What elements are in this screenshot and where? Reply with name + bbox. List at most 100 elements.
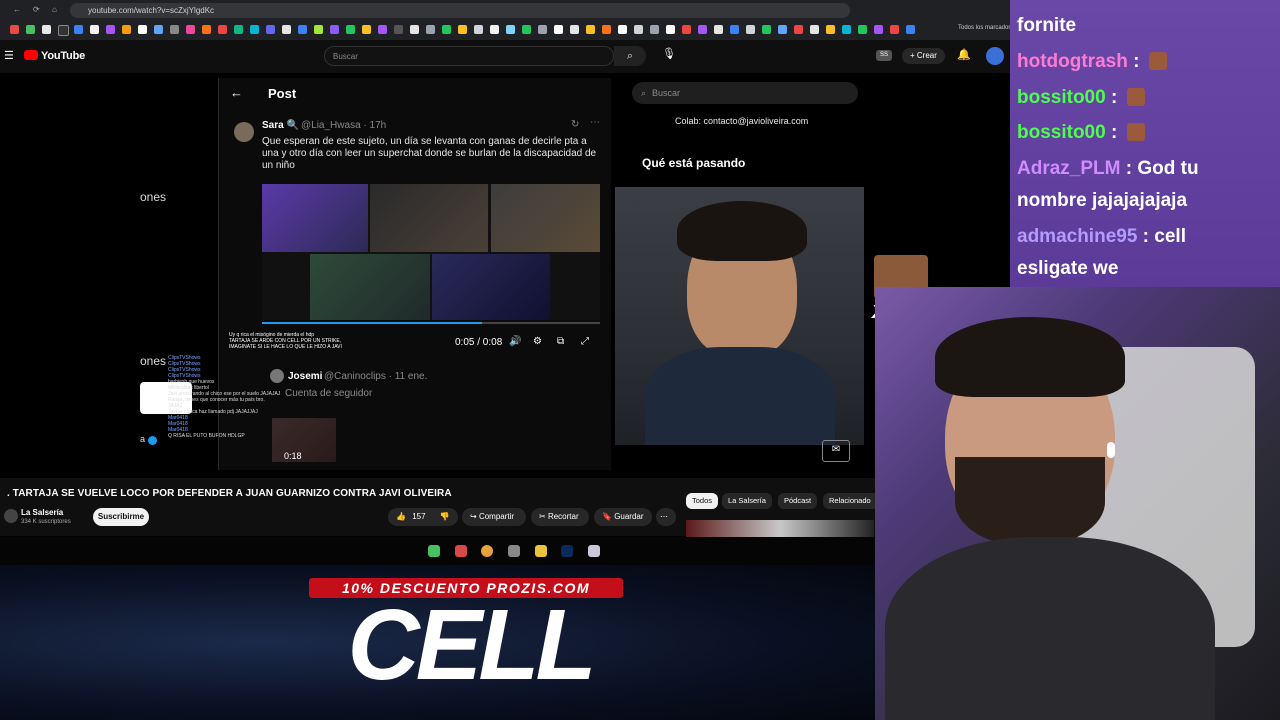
folder-icon[interactable]: [535, 545, 547, 557]
like-icon[interactable]: 👍: [396, 512, 406, 521]
bookmark-icon[interactable]: [858, 25, 867, 34]
bookmark-icon[interactable]: [714, 25, 723, 34]
reply-video-thumbnail[interactable]: [272, 418, 336, 462]
channel-avatar[interactable]: [4, 509, 18, 523]
chrome-icon[interactable]: [481, 545, 493, 557]
bookmark-icon[interactable]: [314, 25, 323, 34]
bookmark-icon[interactable]: [330, 25, 339, 34]
volume-icon[interactable]: 🔊: [509, 336, 521, 347]
bookmark-icon[interactable]: [282, 25, 291, 34]
message-icon[interactable]: ✉: [822, 440, 850, 462]
bookmark-icon[interactable]: [602, 25, 611, 34]
app-icon[interactable]: [428, 545, 440, 557]
back-arrow-icon[interactable]: ←: [230, 85, 243, 100]
bookmark-icon[interactable]: [186, 25, 195, 34]
bookmark-icon[interactable]: [906, 25, 915, 34]
reply-avatar[interactable]: [270, 369, 284, 383]
bookmark-icon[interactable]: [202, 25, 211, 34]
channel-name[interactable]: La Salsería: [21, 508, 63, 517]
bookmark-icon[interactable]: [362, 25, 371, 34]
app-icon[interactable]: [508, 545, 520, 557]
bookmark-icon[interactable]: [122, 25, 131, 34]
share-button[interactable]: ↪ Compartir: [462, 508, 526, 526]
bookmark-icon[interactable]: [154, 25, 163, 34]
bookmark-icon[interactable]: [698, 25, 707, 34]
reply-author-name[interactable]: Josemi: [288, 371, 322, 382]
settings-icon[interactable]: ⚙: [533, 336, 542, 347]
back-icon[interactable]: ←: [13, 5, 21, 14]
bookmark-icon[interactable]: [826, 25, 835, 34]
recommended-thumbnail[interactable]: [686, 520, 874, 537]
bookmark-icon[interactable]: [874, 25, 883, 34]
bookmark-icon[interactable]: [10, 25, 19, 34]
clip-button[interactable]: ✂ Recortar: [531, 508, 589, 526]
bookmark-icon[interactable]: [42, 25, 51, 34]
post-video[interactable]: [262, 184, 600, 320]
address-bar[interactable]: youtube.com/watch?v=scZxjYlgdKc: [70, 3, 850, 18]
bookmark-icon[interactable]: [74, 25, 83, 34]
bookmark-icon[interactable]: [730, 25, 739, 34]
bookmark-icon[interactable]: [650, 25, 659, 34]
bookmark-icon[interactable]: [538, 25, 547, 34]
bookmark-icon[interactable]: [890, 25, 899, 34]
bookmark-icon[interactable]: [842, 25, 851, 34]
bookmark-icon[interactable]: [810, 25, 819, 34]
bookmark-icon[interactable]: [778, 25, 787, 34]
bookmark-icon[interactable]: [58, 25, 69, 36]
bookmark-icon[interactable]: [170, 25, 179, 34]
bookmark-icon[interactable]: [426, 25, 435, 34]
bookmark-icon[interactable]: [794, 25, 803, 34]
bookmark-icon[interactable]: [634, 25, 643, 34]
bookmark-icon[interactable]: [378, 25, 387, 34]
more-options-icon[interactable]: ⋯: [590, 117, 600, 128]
cast-icon[interactable]: SS: [876, 50, 892, 61]
pip-icon[interactable]: ⧉: [557, 336, 564, 347]
bookmark-icon[interactable]: [346, 25, 355, 34]
bookmark-icon[interactable]: [554, 25, 563, 34]
bookmark-icon[interactable]: [218, 25, 227, 34]
bookmarks-label[interactable]: Todos los marcadores: [958, 25, 1017, 31]
twitter-search-input[interactable]: Buscar: [632, 82, 858, 104]
home-icon[interactable]: ⌂: [52, 5, 57, 14]
post-author-avatar[interactable]: [234, 122, 254, 142]
more-actions-button[interactable]: ⋯: [656, 508, 676, 526]
bookmark-icon[interactable]: [474, 25, 483, 34]
bookmark-icon[interactable]: [570, 25, 579, 34]
fullscreen-icon[interactable]: ⤢: [581, 336, 589, 347]
post-author-name[interactable]: Sara 🔍: [262, 120, 299, 131]
grok-icon[interactable]: ↻: [571, 119, 579, 130]
bookmark-icon[interactable]: [250, 25, 259, 34]
save-button[interactable]: 🔖 Guardar: [594, 508, 652, 526]
reload-icon[interactable]: ⟳: [33, 5, 40, 14]
chip-all[interactable]: Todos: [686, 493, 719, 509]
bookmark-icon[interactable]: [266, 25, 275, 34]
bookmark-icon[interactable]: [682, 25, 691, 34]
bookmark-icon[interactable]: [458, 25, 467, 34]
bookmark-icon[interactable]: [298, 25, 307, 34]
search-icon[interactable]: ⌕: [614, 46, 646, 66]
bookmark-icon[interactable]: [106, 25, 115, 34]
bell-icon[interactable]: 🔔: [957, 48, 971, 61]
bookmark-icon[interactable]: [618, 25, 627, 34]
chip-podcast[interactable]: Pódcast: [778, 493, 818, 509]
bookmark-icon[interactable]: [234, 25, 243, 34]
bookmark-icon[interactable]: [442, 25, 451, 34]
bookmark-icon[interactable]: [26, 25, 35, 34]
bookmark-icon[interactable]: [490, 25, 499, 34]
bookmark-icon[interactable]: [666, 25, 675, 34]
bookmark-icon[interactable]: [90, 25, 99, 34]
photoshop-icon[interactable]: [561, 545, 573, 557]
app-icon[interactable]: [588, 545, 600, 557]
youtube-search-input[interactable]: Buscar: [324, 46, 614, 66]
app-icon[interactable]: [455, 545, 467, 557]
dislike-icon[interactable]: 👎: [440, 512, 450, 521]
bookmark-icon[interactable]: [522, 25, 531, 34]
bookmark-icon[interactable]: [410, 25, 419, 34]
create-button[interactable]: + Crear: [902, 48, 945, 64]
bookmark-icon[interactable]: [138, 25, 147, 34]
avatar[interactable]: [986, 47, 1004, 65]
subscribe-button[interactable]: Suscribirme: [93, 508, 149, 526]
bookmark-icon[interactable]: [762, 25, 771, 34]
menu-icon[interactable]: ☰: [4, 49, 14, 62]
chip-channel[interactable]: La Salsería: [722, 493, 772, 509]
